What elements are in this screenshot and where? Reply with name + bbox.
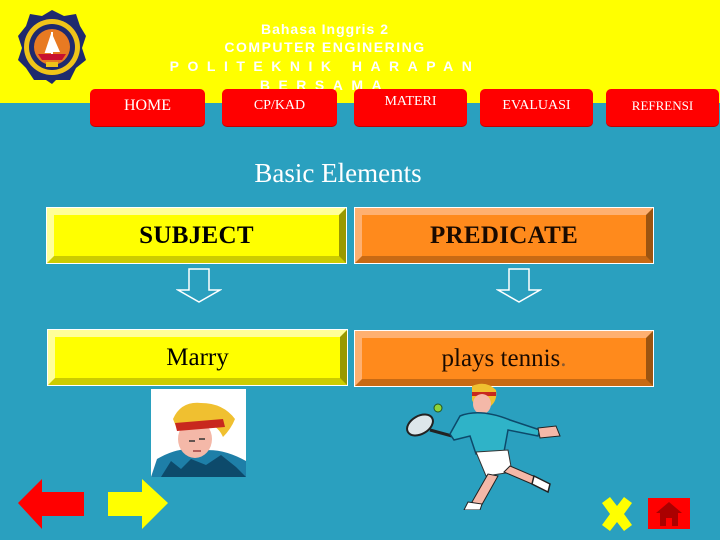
section-title-text: Basic Elements — [254, 158, 422, 188]
predicate-example-label: plays tennis — [441, 345, 561, 372]
right-arrow-icon[interactable] — [106, 479, 172, 529]
tennis-player-clipart — [400, 380, 565, 511]
house-icon — [656, 502, 682, 526]
nav-refrensi-button[interactable]: REFRENSI — [606, 89, 719, 126]
subject-example-box: Marry — [47, 329, 348, 386]
down-arrow-icon — [496, 268, 542, 303]
predicate-example-box: plays tennis. — [354, 330, 654, 387]
course-title-block: Bahasa Inggris 2 COMPUTER ENGINERING POL… — [100, 20, 550, 95]
nav-home-button[interactable]: HOME — [90, 89, 205, 126]
nav-cpkad-button[interactable]: CP/KAD — [222, 89, 337, 126]
predicate-header-label: PREDICATE — [429, 222, 579, 249]
section-title: Basic Elements — [0, 158, 720, 189]
nav-evaluasi-button[interactable]: EVALUASI — [480, 89, 593, 126]
subject-header-box: SUBJECT — [46, 207, 347, 264]
institution-crest-logo — [18, 10, 86, 84]
predicate-example-suffix: . — [560, 345, 567, 372]
predicate-header-box: PREDICATE — [354, 207, 654, 264]
subject-header-label: SUBJECT — [139, 222, 254, 249]
down-arrow-icon — [176, 268, 222, 303]
course-title: Bahasa Inggris 2 — [260, 21, 390, 37]
portrait-clipart — [151, 389, 246, 477]
nav-materi-button[interactable]: MATERI — [354, 89, 467, 126]
subject-example-label: Marry — [166, 344, 229, 371]
portrait-illustration — [151, 389, 246, 477]
tennis-player-illustration — [406, 383, 561, 511]
close-x-icon[interactable] — [598, 497, 636, 531]
left-arrow-icon[interactable] — [16, 479, 88, 529]
department-title: COMPUTER ENGINERING — [224, 39, 426, 55]
home-button[interactable] — [648, 498, 690, 529]
